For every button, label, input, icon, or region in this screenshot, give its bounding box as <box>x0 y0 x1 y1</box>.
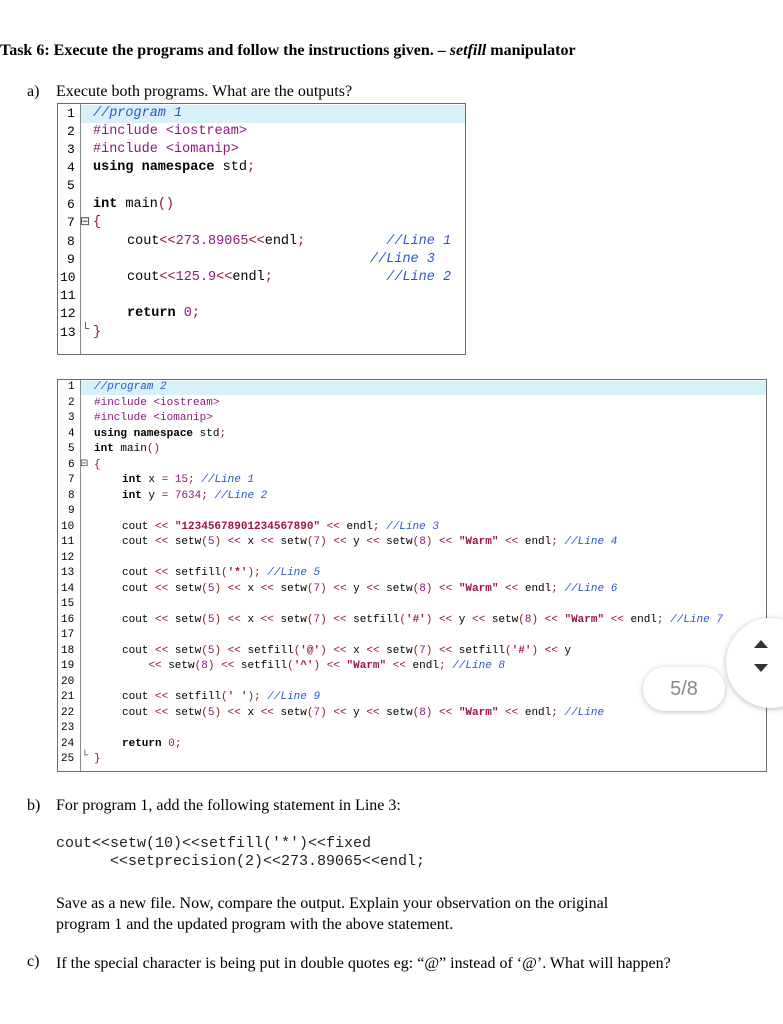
code-line: << setw(8) << setfill('^') << "Warm" << … <box>148 660 505 672</box>
question-b-label: b) <box>27 797 41 814</box>
code-line: using namespace std; <box>94 428 227 440</box>
line-number: 11 <box>61 536 75 548</box>
line-number: 4 <box>68 428 75 440</box>
code-line: cout << setw(5) << setfill('@') << x << … <box>122 645 572 657</box>
line-number: 19 <box>61 660 75 672</box>
line-number: 22 <box>61 707 75 719</box>
line-number: 3 <box>68 412 75 424</box>
line-number: 12 <box>61 552 75 564</box>
code-line: cout << setfill(' '); //Line 9 <box>122 691 321 703</box>
line-number: 5 <box>68 443 75 455</box>
title-italic: setfill <box>449 42 487 59</box>
code-snippet-line1: cout<<setw(10)<<setfill('*')<<fixed <box>56 835 372 852</box>
line-number: 13 <box>60 325 76 340</box>
page-indicator: 5/8 <box>643 667 725 711</box>
fold-end-icon: └ <box>82 322 90 336</box>
code-line: cout << setw(5) << x << setw(7) << y << … <box>122 707 605 719</box>
program1-code-panel: 1 2 3 4 5 6 7 8 9 10 11 12 13 ⊟ └ //prog… <box>57 103 466 355</box>
line-number: 20 <box>61 676 75 688</box>
line-number: 1 <box>68 381 75 393</box>
line-number: 23 <box>61 722 75 734</box>
line-number: 18 <box>61 645 75 657</box>
code-line: } <box>94 753 101 765</box>
code-line: return 0; <box>127 306 200 321</box>
line-number: 7 <box>68 474 75 486</box>
line-number: 6 <box>68 459 75 471</box>
code-line: cout << setw(5) << x << setw(7) << y << … <box>122 583 618 595</box>
line-number: 4 <box>67 160 75 175</box>
code-line: cout << setw(5) << x << setw(7) << y << … <box>122 536 618 548</box>
line-number: 25 <box>61 753 75 765</box>
line-number: 10 <box>61 521 75 533</box>
program2-code-panel: 1 2 3 4 5 6 7 8 9 10 11 12 13 14 15 16 1… <box>57 379 767 772</box>
fold-end-icon: └ <box>82 751 89 762</box>
line-number: 12 <box>60 306 76 321</box>
code-snippet-line2: <<setprecision(2)<<273.89065<<endl; <box>110 853 426 870</box>
task-title: Task 6: Execute the programs and follow … <box>0 42 576 60</box>
code-line: int main() <box>93 197 175 212</box>
line-number: 8 <box>67 234 75 249</box>
code-line: //program 1 <box>93 106 183 121</box>
line-number: 2 <box>68 397 75 409</box>
fold-collapse-icon[interactable]: ⊟ <box>80 458 88 470</box>
line-number: 15 <box>61 598 75 610</box>
code-line: cout << "12345678901234567890" << endl; … <box>122 521 439 533</box>
line-number: 2 <box>67 124 75 139</box>
code-line: cout<<273.89065<<endl; //Line 1 <box>127 234 452 249</box>
line-number: 3 <box>67 142 75 157</box>
line-number: 9 <box>68 505 75 517</box>
line-number: 21 <box>61 691 75 703</box>
line-number: 9 <box>67 252 75 267</box>
line-number: 13 <box>61 567 75 579</box>
title-rest: manipulator <box>486 42 576 59</box>
line-number: 7 <box>67 215 75 230</box>
code-line: return 0; <box>122 738 182 750</box>
question-c-text: If the special character is being put in… <box>56 955 671 972</box>
code-line: //program 2 <box>94 381 167 393</box>
line-number: 8 <box>68 490 75 502</box>
code-line: #include <iomanip> <box>93 142 239 157</box>
code-line: #include <iostream> <box>94 397 220 409</box>
question-c-label: c) <box>27 953 40 970</box>
code-line: cout << setw(5) << x << setw(7) << setfi… <box>122 614 723 626</box>
line-number: 24 <box>61 738 75 750</box>
code-line: int y = 7634; //Line 2 <box>122 490 268 502</box>
line-number: 17 <box>61 629 75 641</box>
line-number: 6 <box>67 197 75 212</box>
code-line: //Line 3 <box>370 252 435 267</box>
title-bold: Task 6: Execute the programs and follow … <box>0 42 450 59</box>
code-line: } <box>93 325 102 340</box>
code-line: cout<<125.9<<endl; //Line 2 <box>127 270 452 285</box>
code-line: using namespace std; <box>93 160 256 175</box>
question-b-paragraph: Save as a new file. Now, compare the out… <box>56 895 609 933</box>
arrow-down-icon[interactable] <box>754 664 768 672</box>
line-number: 14 <box>61 583 75 595</box>
line-number: 1 <box>67 106 75 121</box>
question-a-label: a) <box>27 83 40 100</box>
code-line: int x = 15; //Line 1 <box>122 474 255 486</box>
code-line: cout << setfill('*'); //Line 5 <box>122 567 321 579</box>
code-line: { <box>94 459 101 471</box>
code-line: #include <iomanip> <box>94 412 213 424</box>
line-number: 10 <box>60 270 76 285</box>
line-number: 16 <box>61 614 75 626</box>
code-line: int main() <box>94 443 161 455</box>
question-b-text: For program 1, add the following stateme… <box>56 797 401 814</box>
code-line: { <box>93 215 102 230</box>
fold-collapse-icon[interactable]: ⊟ <box>80 214 90 229</box>
line-number: 5 <box>67 178 75 193</box>
question-a-text: Execute both programs. What are the outp… <box>56 83 353 100</box>
line-number: 11 <box>60 288 76 303</box>
code-line: #include <iostream> <box>93 124 247 139</box>
arrow-up-icon[interactable] <box>754 640 768 648</box>
